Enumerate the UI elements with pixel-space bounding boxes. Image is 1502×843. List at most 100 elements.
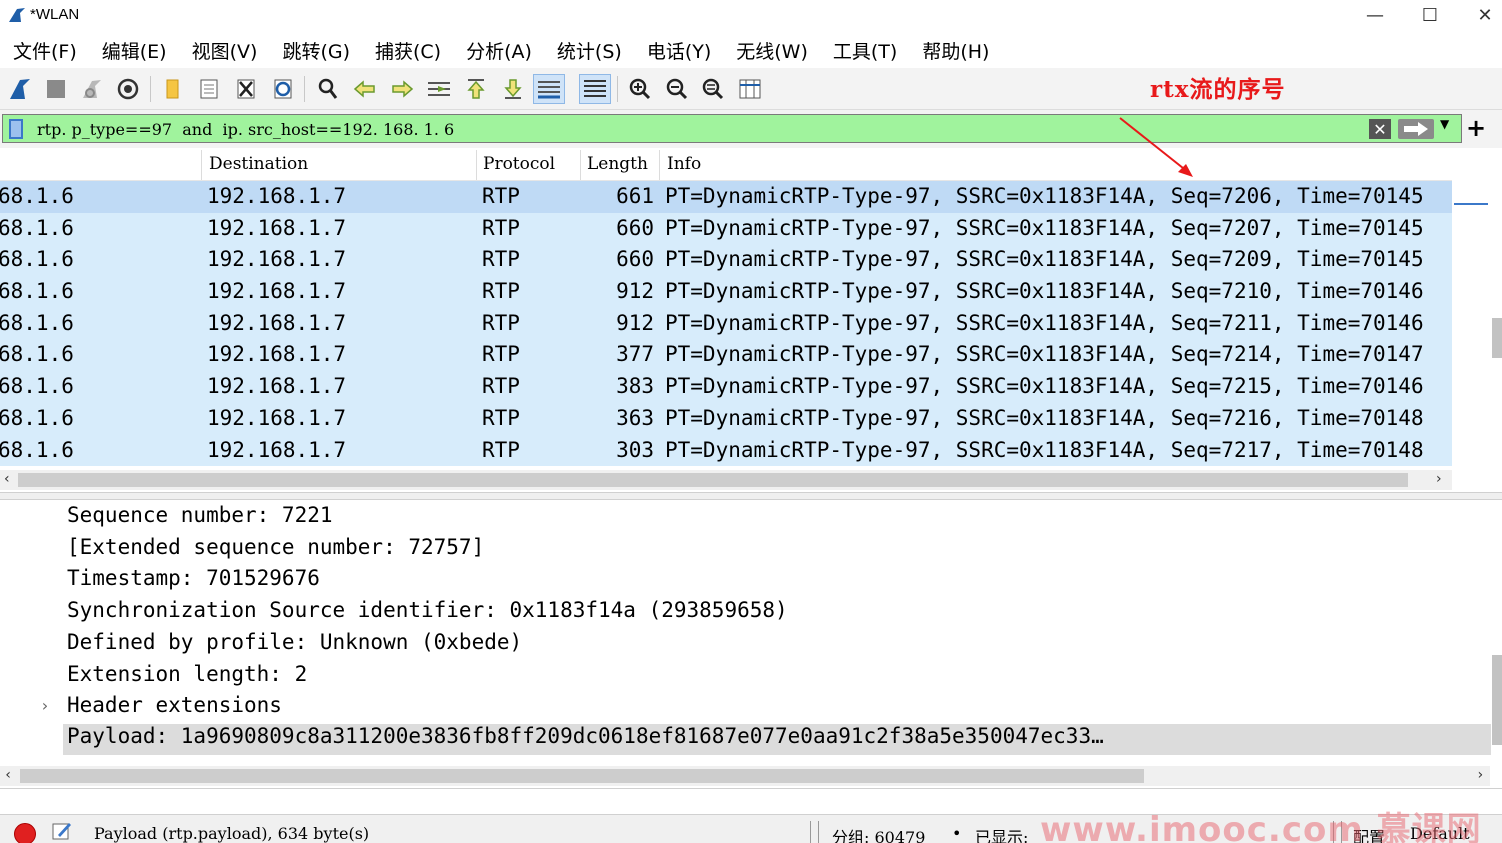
menu-bar: 文件(F) 编辑(E) 视图(V) 跳转(G) 捕获(C) 分析(A) 统计(S…	[0, 32, 1502, 68]
menu-edit[interactable]: 编辑(E)	[89, 37, 179, 64]
cell-destination: 192.168.1.7	[207, 215, 347, 240]
table-row[interactable]: 68.1.6 192.168.1.7 RTP 383 PT=DynamicRTP…	[0, 371, 1452, 403]
cell-info: PT=DynamicRTP-Type-97, SSRC=0x1183F14A, …	[665, 374, 1424, 399]
column-divider[interactable]	[476, 150, 477, 180]
table-row[interactable]: 68.1.6 192.168.1.7 RTP 660 PT=DynamicRTP…	[0, 212, 1452, 245]
menu-go[interactable]: 跳转(G)	[269, 37, 362, 64]
go-to-packet-icon[interactable]	[423, 74, 455, 104]
detail-header-extensions[interactable]: Header extensions	[67, 693, 282, 724]
last-packet-icon[interactable]	[497, 74, 529, 104]
cell-destination: 192.168.1.7	[207, 279, 347, 304]
cell-length: 383	[616, 374, 654, 399]
close-file-icon[interactable]	[230, 74, 262, 104]
details-horizontal-scrollbar[interactable]: ‹ ›	[0, 766, 1490, 786]
column-divider[interactable]	[201, 150, 202, 180]
table-row[interactable]: 68.1.6 192.168.1.7 RTP 912 PT=DynamicRTP…	[0, 307, 1452, 340]
normal-size-icon[interactable]	[697, 74, 729, 104]
table-row[interactable]: 68.1.6 192.168.1.7 RTP 912 PT=DynamicRTP…	[0, 276, 1452, 308]
zoom-out-icon[interactable]	[661, 74, 693, 104]
scroll-left-icon[interactable]: ‹	[4, 471, 10, 487]
cell-info: PT=DynamicRTP-Type-97, SSRC=0x1183F14A, …	[665, 310, 1424, 335]
clear-filter-icon[interactable]: ✕	[1369, 119, 1391, 139]
find-packet-icon[interactable]	[312, 74, 344, 104]
pane-splitter[interactable]	[0, 492, 1502, 500]
restart-capture-icon[interactable]	[76, 74, 108, 104]
table-row[interactable]: 68.1.6 192.168.1.7 RTP 377 PT=DynamicRTP…	[0, 339, 1452, 372]
cell-source: 68.1.6	[0, 310, 74, 335]
menu-help[interactable]: 帮助(H)	[909, 37, 1001, 64]
packet-list-horizontal-scrollbar[interactable]: ‹ ›	[0, 470, 1452, 490]
add-filter-button-icon[interactable]: +	[1466, 114, 1486, 142]
packet-list-vertical-scrollbar[interactable]	[1452, 148, 1502, 468]
detail-payload[interactable]: Payload: 1a9690809c8a311200e3836fb8ff209…	[63, 724, 1491, 755]
status-separator	[810, 821, 811, 843]
minimize-button[interactable]: —	[1348, 0, 1402, 30]
apply-filter-icon[interactable]	[1398, 119, 1434, 139]
cell-length: 363	[616, 405, 654, 430]
resize-columns-icon[interactable]	[734, 74, 766, 104]
maximize-button[interactable]: ☐	[1403, 0, 1457, 30]
scroll-right-icon[interactable]: ›	[1436, 471, 1442, 487]
reload-file-icon[interactable]	[267, 74, 299, 104]
detail-extension-length[interactable]: Extension length: 2	[67, 662, 307, 693]
column-divider[interactable]	[580, 150, 581, 180]
expert-info-icon[interactable]	[14, 823, 36, 843]
column-divider[interactable]	[659, 150, 660, 180]
display-filter-bar: ✕ ▼ +	[0, 110, 1502, 148]
column-info[interactable]: Info	[667, 154, 701, 174]
detail-ssrc[interactable]: Synchronization Source identifier: 0x118…	[67, 598, 788, 629]
close-window-button[interactable]: ✕	[1458, 0, 1502, 30]
auto-scroll-icon[interactable]	[533, 74, 565, 104]
capture-comment-icon[interactable]	[52, 821, 72, 841]
selection-marker	[1454, 203, 1488, 205]
cell-info: PT=DynamicRTP-Type-97, SSRC=0x1183F14A, …	[665, 437, 1424, 462]
menu-capture[interactable]: 捕获(C)	[362, 37, 453, 64]
save-file-icon[interactable]	[193, 74, 225, 104]
go-forward-icon[interactable]	[386, 74, 418, 104]
selected-field-info: Payload (rtp.payload), 634 byte(s)	[94, 824, 370, 843]
annotation-label: rtx流的序号	[1150, 76, 1286, 103]
menu-wireless[interactable]: 无线(W)	[723, 37, 820, 64]
column-protocol[interactable]: Protocol	[483, 154, 555, 174]
detail-timestamp[interactable]: Timestamp: 701529676	[67, 566, 320, 597]
menu-statistics[interactable]: 统计(S)	[544, 37, 634, 64]
detail-profile[interactable]: Defined by profile: Unknown (0xbede)	[67, 630, 522, 661]
column-length[interactable]: Length	[587, 154, 648, 174]
cell-source: 68.1.6	[0, 279, 74, 304]
cell-destination: 192.168.1.7	[207, 247, 347, 272]
cell-source: 68.1.6	[0, 374, 74, 399]
open-file-icon[interactable]	[156, 74, 188, 104]
bookmark-icon[interactable]	[9, 119, 23, 139]
start-capture-icon[interactable]	[4, 74, 36, 104]
cell-protocol: RTP	[482, 247, 520, 272]
expand-arrow-icon[interactable]: ›	[40, 696, 50, 715]
table-row[interactable]: 68.1.6 192.168.1.7 RTP 660 PT=DynamicRTP…	[0, 244, 1452, 277]
details-scroll-thumb[interactable]	[1492, 655, 1502, 745]
menu-telephony[interactable]: 电话(Y)	[634, 37, 723, 64]
table-row[interactable]: 68.1.6 192.168.1.7 RTP 303 PT=DynamicRTP…	[0, 434, 1452, 467]
menu-file[interactable]: 文件(F)	[0, 37, 89, 64]
packet-list-scroll-thumb[interactable]	[1492, 318, 1502, 358]
scroll-right-icon[interactable]: ›	[1476, 767, 1484, 783]
filter-history-dropdown-icon[interactable]: ▼	[1440, 117, 1449, 131]
table-row[interactable]: 68.1.6 192.168.1.7 RTP 363 PT=DynamicRTP…	[0, 402, 1452, 435]
first-packet-icon[interactable]	[460, 74, 492, 104]
zoom-in-icon[interactable]	[624, 74, 656, 104]
column-destination[interactable]: Destination	[209, 154, 308, 174]
packet-list-hscroll-thumb[interactable]	[18, 473, 1408, 487]
menu-tools[interactable]: 工具(T)	[820, 37, 909, 64]
stop-capture-icon[interactable]	[40, 74, 72, 104]
scroll-left-icon[interactable]: ‹	[4, 767, 12, 783]
detail-extended-sequence[interactable]: [Extended sequence number: 72757]	[67, 535, 484, 566]
cell-protocol: RTP	[482, 279, 520, 304]
go-back-icon[interactable]	[349, 74, 381, 104]
table-row[interactable]: 68.1.6 192.168.1.7 RTP 661 PT=DynamicRTP…	[0, 181, 1452, 213]
details-hscroll-thumb[interactable]	[20, 769, 1144, 783]
menu-view[interactable]: 视图(V)	[179, 37, 270, 64]
detail-sequence-number[interactable]: Sequence number: 7221	[67, 503, 333, 534]
display-filter-input[interactable]	[33, 117, 1353, 141]
menu-analyze[interactable]: 分析(A)	[453, 37, 544, 64]
capture-options-icon[interactable]	[112, 74, 144, 104]
cell-source: 68.1.6	[0, 247, 74, 272]
colorize-icon[interactable]	[579, 74, 611, 104]
